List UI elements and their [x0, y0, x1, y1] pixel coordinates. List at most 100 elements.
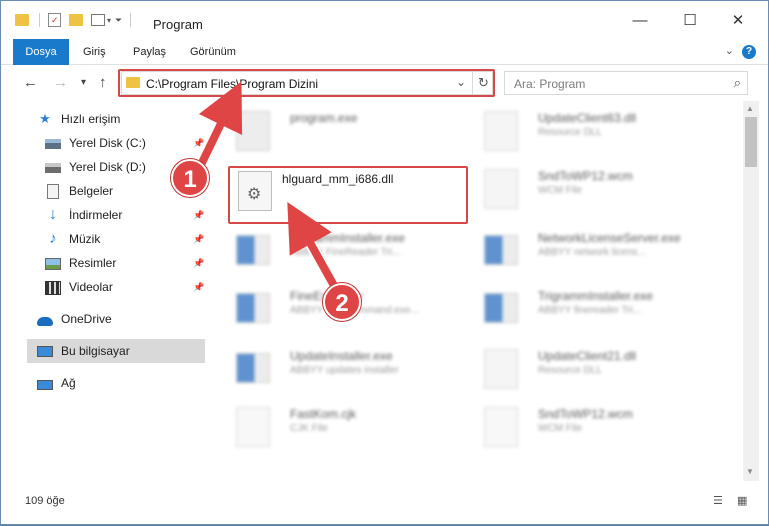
downloads-icon: ↓	[49, 206, 57, 223]
list-item[interactable]: NetworkLicenseServer.exe ABBYY network l…	[456, 225, 696, 281]
forward-button[interactable]: →	[53, 74, 68, 91]
file-name: UpdateInstaller.exe	[290, 349, 393, 363]
file-description: ABBYY updates installer	[290, 365, 399, 376]
vertical-scrollbar[interactable]: ▲ ▼	[743, 101, 759, 481]
quick-access-toolbar: ✓ ▾ ⏷	[15, 10, 132, 30]
chevron-down-icon[interactable]: ▾	[107, 16, 111, 25]
list-item[interactable]: UpdateClient63.dll Resource DLL	[456, 105, 696, 161]
pin-icon[interactable]: 📌	[193, 282, 204, 293]
status-bar: 109 öğe ☰ ▦	[1, 489, 768, 513]
search-box[interactable]: Ara: Program ⌕	[504, 71, 748, 95]
file-description: WCM File	[538, 185, 582, 196]
file-name: TrigrammInstaller.exe	[290, 231, 405, 245]
sidebar-item-label: Ağ	[61, 376, 76, 390]
file-name: UpdateClient21.dll	[538, 349, 637, 363]
sidebar-item-downloads[interactable]: ↓ İndirmeler 📌	[1, 203, 208, 227]
file-name: SndToWP12.wcm	[538, 169, 633, 183]
videos-icon	[45, 280, 61, 295]
drive-icon	[45, 163, 61, 173]
exe-icon	[484, 293, 518, 323]
documents-icon	[47, 183, 59, 199]
customize-icon[interactable]	[91, 14, 105, 26]
list-item[interactable]: UpdateClient21.dll Resource DLL	[456, 343, 696, 399]
large-icons-view-icon[interactable]: ▦	[737, 494, 753, 508]
tab-view[interactable]: Görünüm	[190, 42, 236, 64]
minimize-button[interactable]: —	[617, 5, 663, 35]
sidebar-item-label: Belgeler	[69, 184, 114, 198]
scroll-up-icon[interactable]: ▲	[746, 104, 754, 113]
exe-icon	[236, 293, 270, 323]
file-icon	[236, 407, 270, 447]
tab-share[interactable]: Paylaş	[133, 42, 166, 64]
step-badge-2: 2	[323, 283, 361, 321]
recent-locations-button[interactable]: ▾	[81, 77, 86, 88]
pin-icon[interactable]: 📌	[193, 258, 204, 269]
properties-icon[interactable]: ✓	[48, 13, 61, 27]
sidebar-item-label: OneDrive	[61, 312, 112, 326]
address-highlight	[118, 69, 495, 97]
sidebar-item-quick-access[interactable]: ★ Hızlı erişim	[1, 107, 208, 131]
sidebar-item-label: Hızlı erişim	[61, 112, 121, 126]
separator	[130, 13, 132, 27]
maximize-button[interactable]: ☐	[667, 5, 713, 35]
scroll-thumb[interactable]	[745, 117, 757, 167]
pin-icon[interactable]: 📌	[193, 210, 204, 221]
network-icon	[37, 379, 53, 390]
close-button[interactable]: ✕	[715, 5, 761, 35]
sidebar-item-pictures[interactable]: Resimler 📌	[1, 251, 208, 275]
drive-icon	[45, 139, 61, 149]
details-view-icon[interactable]: ☰	[713, 494, 729, 508]
item-count: 109 öğe	[25, 495, 65, 507]
list-item[interactable]: SndToWP12.wcm WCM File	[456, 163, 696, 219]
computer-icon	[37, 346, 53, 357]
sidebar-item-label: Yerel Disk (D:)	[69, 160, 146, 174]
list-item[interactable]: SndToWP12.wcm WCM File	[456, 401, 696, 457]
file-description: ABBYY network licens...	[538, 247, 646, 258]
pin-icon[interactable]: 📌	[193, 138, 204, 149]
new-folder-icon[interactable]	[69, 14, 83, 26]
exe-icon	[236, 353, 270, 383]
step-badge-1: 1	[171, 159, 209, 197]
folder-icon[interactable]	[15, 14, 29, 26]
sidebar-item-network[interactable]: Ağ	[1, 371, 208, 395]
exe-icon	[484, 235, 518, 265]
title-bar: ✓ ▾ ⏷ Program — ☐ ✕	[1, 1, 768, 39]
navigation-pane: ★ Hızlı erişim Yerel Disk (C:) 📌 Yerel D…	[1, 101, 208, 491]
list-item[interactable]: UpdateInstaller.exe ABBYY updates instal…	[208, 343, 448, 399]
list-item[interactable]: TrigrammInstaller.exe ABBYY finereader T…	[456, 283, 696, 339]
search-input[interactable]: Ara: Program	[514, 77, 585, 91]
up-button[interactable]: ↑	[99, 74, 107, 91]
file-description: Resource DLL	[538, 365, 602, 376]
sidebar-item-label: Videolar	[69, 280, 113, 294]
tab-file[interactable]: Dosya	[13, 39, 69, 65]
ribbon-expand-icon[interactable]: ⌄	[725, 44, 734, 57]
help-icon[interactable]: ?	[742, 45, 756, 59]
list-item[interactable]: program.exe	[208, 105, 448, 161]
file-description: CJK File	[290, 423, 328, 434]
file-list: program.exe UpdateClient63.dll Resource …	[208, 101, 743, 491]
file-description: WCM File	[538, 423, 582, 434]
file-name: FastKom.cjk	[290, 407, 357, 421]
sidebar-item-music[interactable]: ♪ Müzik 📌	[1, 227, 208, 251]
file-icon	[484, 169, 518, 209]
music-icon: ♪	[49, 230, 57, 247]
sidebar-item-videos[interactable]: Videolar 📌	[1, 275, 208, 299]
scroll-down-icon[interactable]: ▼	[746, 467, 754, 476]
sidebar-item-label: İndirmeler	[69, 208, 123, 222]
list-item[interactable]: TrigrammInstaller.exe ABBYY FineReader T…	[208, 225, 448, 281]
exe-icon	[236, 235, 270, 265]
sidebar-item-label: Yerel Disk (C:)	[69, 136, 146, 150]
tab-home[interactable]: Giriş	[83, 42, 106, 64]
search-icon[interactable]: ⌕	[734, 75, 741, 91]
back-button[interactable]: ←	[23, 74, 38, 91]
dll-icon	[484, 111, 518, 151]
sidebar-item-label: Resimler	[69, 256, 117, 270]
sidebar-item-this-pc[interactable]: Bu bilgisayar	[27, 339, 205, 363]
sidebar-item-onedrive[interactable]: OneDrive	[1, 307, 208, 331]
file-description: ABBYY FineReader Tri...	[290, 247, 401, 258]
sidebar-item-drive-c[interactable]: Yerel Disk (C:) 📌	[1, 131, 208, 155]
sidebar-item-label: Müzik	[69, 232, 101, 246]
pin-icon[interactable]: 📌	[193, 234, 204, 245]
list-item[interactable]: FastKom.cjk CJK File	[208, 401, 448, 457]
qa-dropdown-icon[interactable]: ⏷	[115, 15, 122, 26]
